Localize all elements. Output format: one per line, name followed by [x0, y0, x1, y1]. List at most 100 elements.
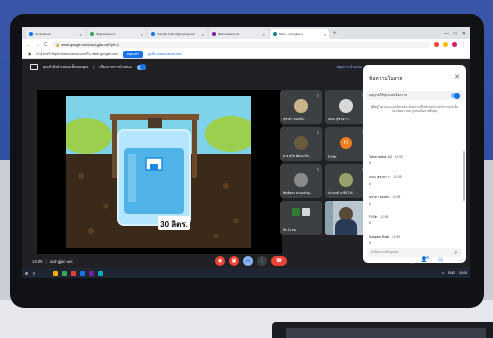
avatar — [294, 136, 308, 151]
present-button[interactable]: ▭ — [243, 256, 253, 266]
self-view-tile[interactable] — [325, 201, 367, 235]
chat-body: 6 — [369, 181, 371, 186]
profile-avatar[interactable] — [452, 42, 457, 47]
meeting-time: 13:00 — [32, 258, 43, 264]
presenting-icon — [30, 64, 38, 70]
forward-icon[interactable]: → — [35, 42, 40, 48]
menu-icon[interactable]: ⋮ — [461, 42, 466, 48]
tab-close-icon[interactable]: × — [202, 32, 204, 37]
mic-button[interactable]: ◉ — [215, 256, 225, 266]
participant-name: Fi Rin — [328, 155, 337, 159]
back-icon[interactable]: ← — [26, 42, 31, 48]
avatar — [294, 99, 308, 114]
chrome-icon[interactable] — [70, 270, 76, 276]
tab-close-icon[interactable]: × — [141, 32, 143, 37]
chat-time: 12:59 — [392, 235, 401, 239]
reload-icon[interactable]: C — [44, 42, 48, 48]
windows-taskbar: ⊞ ⚲ ∧ ENG 13:00 — [22, 268, 470, 278]
participant-name: พิมพ์ลดา ครองอรัญ... — [283, 191, 313, 195]
taskbar-clock[interactable]: 13:00 — [459, 271, 467, 275]
call-controls: ◉ ▣ ▭ ⋮ ☎ — [215, 256, 287, 266]
chat-icon[interactable]: ▤ — [438, 257, 443, 265]
avatar — [339, 99, 353, 114]
url-field[interactable]: 🔒 meet.google.com/ucd-gjac-uei?pli=1 — [51, 41, 430, 48]
app-icon[interactable] — [97, 270, 103, 276]
leave-call-button[interactable]: ☎ — [271, 256, 287, 266]
activities-icon[interactable]: △ — [449, 257, 453, 265]
app-icon[interactable] — [79, 270, 85, 276]
app-icon[interactable] — [88, 270, 94, 276]
presentation-audio-toggle[interactable] — [136, 64, 146, 70]
more-vert-icon: ⋮ — [259, 258, 265, 264]
search-icon[interactable]: ⚲ — [33, 271, 49, 276]
new-tab-button[interactable]: + — [333, 29, 337, 39]
tab-favicon-icon — [29, 32, 33, 36]
close-window-icon[interactable]: ✕ — [462, 29, 466, 39]
url-text: meet.google.com/ucd-gjac-uei?pli=1 — [61, 42, 119, 47]
tab-close-icon[interactable]: × — [324, 32, 326, 37]
start-icon[interactable]: ⊞ — [25, 271, 29, 276]
participant-tile[interactable]: ⌇ ด.ช สุวิช พัฒนะกิจ... — [280, 127, 322, 161]
stop-presenting-link[interactable]: หยุดการนำเสนอ — [337, 64, 362, 70]
browser-tab[interactable]: Tutorial 3 Ilkv Ilkgoocrasoom × — [148, 29, 207, 39]
info-icon[interactable]: ⓘ — [409, 257, 415, 265]
chat-sender: Tahar rasins 1/4 — [369, 155, 392, 159]
chat-permission-label: อนุญาตให้ทุกคนส่งข้อความ — [369, 93, 408, 97]
sharing-notice-bar: ▣ กำลังแชร์ https://www.canva.com/ใน mee… — [22, 50, 470, 59]
participant-tile[interactable]: ⌇ พิมพ์ลดา ครองอรัญ... — [280, 164, 322, 198]
lock-icon[interactable]: ⊕ — [459, 257, 464, 265]
chat-time: 12:58 — [394, 155, 403, 159]
file-explorer-icon[interactable] — [52, 270, 58, 276]
close-icon[interactable]: ✕ — [454, 73, 460, 81]
chat-scrollbar[interactable] — [463, 151, 465, 201]
share-icon: ▣ — [28, 52, 32, 56]
maximize-icon[interactable]: □ — [454, 29, 457, 39]
tab-close-icon[interactable]: × — [80, 32, 82, 37]
app-icon[interactable] — [61, 270, 67, 276]
meeting-code: ucd-gjac-uei — [49, 258, 73, 264]
avatar — [339, 173, 353, 188]
participant-count: 16 — [428, 257, 432, 261]
participant-tile[interactable]: ⌇ ประยงค์ อารีย์ 1/4 — [325, 164, 367, 198]
chat-permission-toggle[interactable] — [451, 92, 460, 99]
phone-hangup-icon: ☎ — [275, 258, 283, 264]
participant-tile[interactable]: Fi ⌇ Fi Rin — [325, 127, 367, 161]
chat-message: Kanyara Roial 12:59 6 — [369, 235, 400, 245]
mic-off-icon: ⌇ — [317, 93, 319, 98]
browser-tab[interactable]: Vii Students × — [26, 29, 85, 39]
chat-time: 12:58 — [392, 195, 401, 199]
browser-tab[interactable]: Meet - ucd-gjiac-u × — [270, 29, 329, 39]
chat-body: 6 — [369, 240, 371, 245]
self-background — [325, 201, 333, 235]
avatar — [302, 208, 310, 216]
more-options-button[interactable]: ⋮ — [257, 256, 267, 266]
chat-sender: นนท. สุชาดา ร. — [369, 175, 391, 179]
chat-body: 6 — [369, 220, 371, 225]
browser-tab[interactable]: Ilkgoocrasoom × — [87, 29, 146, 39]
extension-icon[interactable] — [443, 42, 448, 47]
chat-message: Tahar rasins 1/4 12:58 6 — [369, 155, 403, 165]
stop-sharing-button[interactable]: หยุดแชร์ — [122, 50, 143, 58]
mic-off-icon: ⌇ — [317, 130, 319, 135]
extension-icon[interactable] — [434, 42, 439, 47]
minimize-icon[interactable]: — — [444, 29, 449, 39]
view-tab-link[interactable]: ดูแท็บ www.canva.com — [148, 52, 182, 57]
bucket-volume-label: 30 ลิตร. — [160, 220, 188, 229]
participant-name: อีก 11 คน — [283, 228, 297, 232]
system-tray: ∧ ENG 13:00 — [442, 271, 467, 275]
divider: | — [93, 65, 95, 69]
tab-label: Ilkstuvwaterc ss — [218, 32, 240, 36]
tab-close-icon[interactable]: × — [263, 32, 265, 37]
participant-tile[interactable]: ⌇ นนท. สุชาดา ร. — [325, 90, 367, 124]
second-device-screen — [286, 328, 486, 338]
language-indicator[interactable]: ENG — [448, 271, 455, 275]
camera-button[interactable]: ▣ — [229, 256, 239, 266]
people-icon[interactable]: 👤 — [421, 256, 430, 265]
tray-chevron-icon[interactable]: ∧ — [442, 271, 444, 275]
chat-sender: สุชาดา ทองทับ — [369, 195, 390, 199]
mic-off-icon: ◉ — [217, 258, 223, 264]
avatar: Fi — [340, 136, 352, 149]
browser-tab[interactable]: Ilkstuvwaterc ss × — [209, 29, 268, 39]
participant-tile-others[interactable]: อีก 11 คน — [280, 201, 322, 235]
participant-tile[interactable]: ⌇ สุชาดา ทองทับ... — [280, 90, 322, 124]
